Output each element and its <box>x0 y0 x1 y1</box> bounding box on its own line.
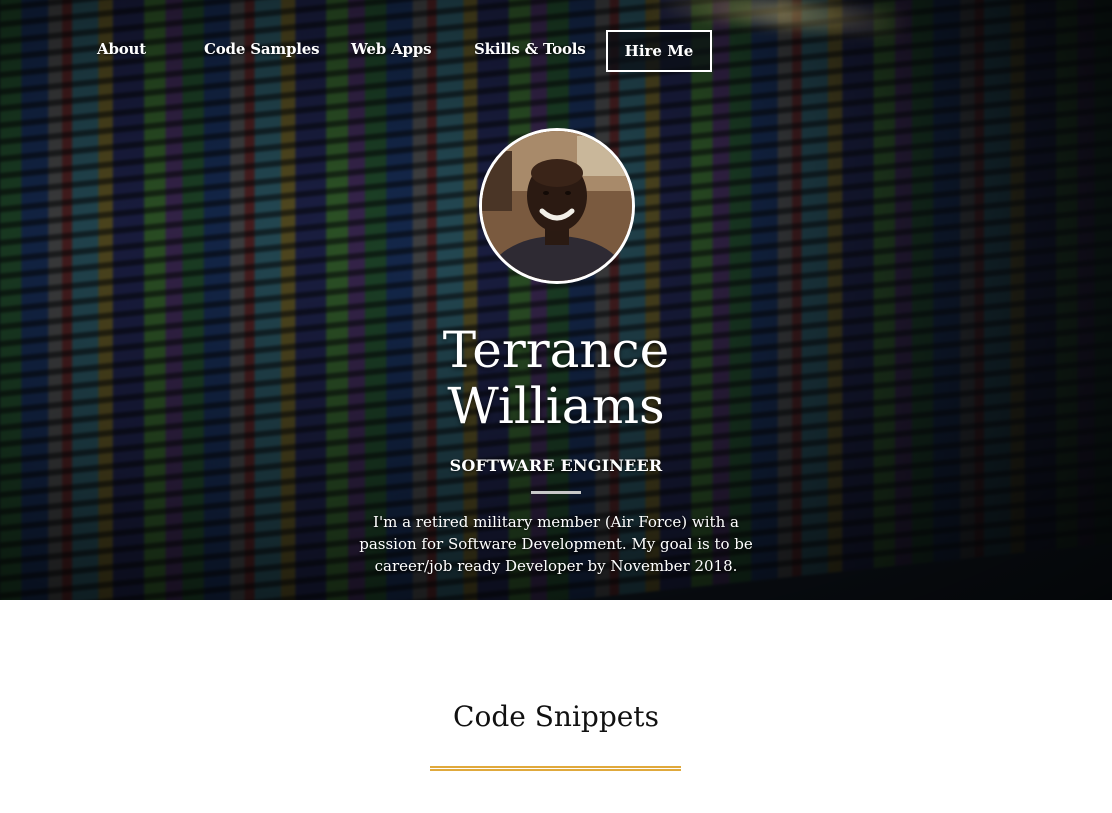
hero-vignette <box>0 0 1112 600</box>
nav-link-code-samples[interactable]: Code Samples <box>204 40 320 58</box>
code-snippets-section: Code Snippets <box>0 600 1112 813</box>
nav-link-skills-tools[interactable]: Skills & Tools <box>474 40 586 58</box>
main-nav: About Code Samples Web Apps Skills & Too… <box>0 30 1112 72</box>
profile-bio: I'm a retired military member (Air Force… <box>359 513 753 575</box>
section-heading: Code Snippets <box>453 700 659 733</box>
nav-link-web-apps[interactable]: Web Apps <box>351 40 432 58</box>
title-divider <box>531 491 581 494</box>
profile-name: Terrance Williams <box>0 322 1112 434</box>
avatar <box>479 128 635 284</box>
hire-me-button[interactable]: Hire Me <box>606 30 712 72</box>
section-rule <box>430 766 681 771</box>
profile-photo-icon <box>482 131 632 281</box>
profile-title: SOFTWARE ENGINEER <box>449 456 663 475</box>
profile-name-last: Williams <box>447 377 665 435</box>
profile-name-first: Terrance <box>442 321 670 379</box>
hero-section: About Code Samples Web Apps Skills & Too… <box>0 0 1112 600</box>
nav-link-about[interactable]: About <box>97 40 146 58</box>
